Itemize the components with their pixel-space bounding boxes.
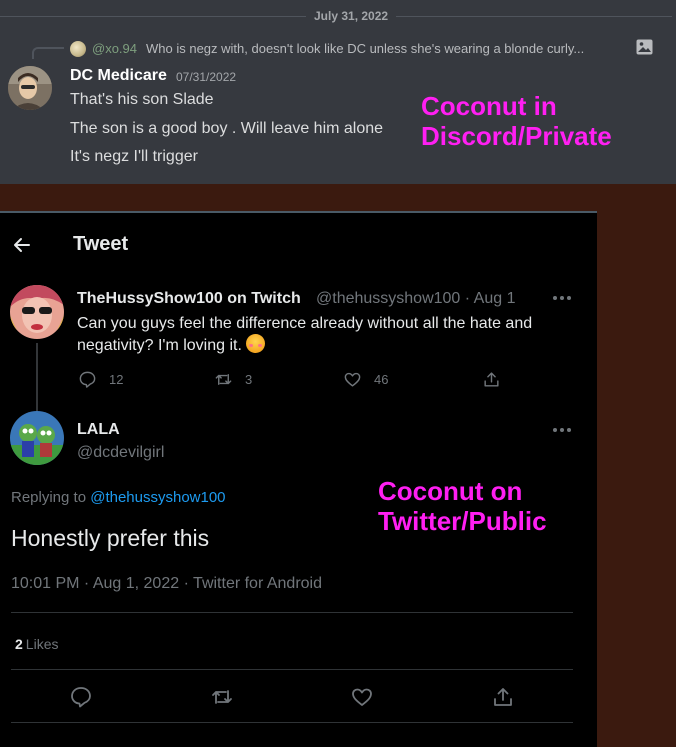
tweet-text-content: Can you guys feel the difference already… — [77, 315, 533, 354]
page-title: Tweet — [73, 233, 129, 255]
arrow-left-icon[interactable] — [12, 235, 32, 255]
more-icon[interactable] — [552, 427, 572, 433]
tweet-text: Can you guys feel the difference already… — [77, 313, 577, 356]
reply-count: 12 — [109, 372, 124, 387]
annotation-caption: Coconut in Discord/Private — [421, 91, 612, 151]
message-line: That's his son Slade — [70, 91, 214, 108]
annotation-caption: Coconut on Twitter/Public — [378, 476, 547, 536]
discord-panel: July 31, 2022 @xo.94 Who is negz with, d… — [0, 0, 676, 184]
share-icon — [484, 372, 499, 387]
replying-to-prefix: Replying to — [11, 489, 91, 506]
reply-avatar[interactable] — [70, 41, 86, 57]
thread-line — [36, 343, 38, 413]
tweet-author-name[interactable]: TheHussyShow100 on Twitch — [77, 290, 301, 308]
like-button[interactable]: 46 — [343, 370, 388, 389]
divider — [11, 612, 573, 613]
reply-spine — [32, 47, 64, 59]
retweet-icon — [215, 374, 232, 385]
reply-icon — [79, 371, 96, 388]
date-separator: July 31, 2022 — [306, 9, 397, 23]
replying-to: Replying to @thehussyshow100 — [11, 489, 226, 506]
likes-summary[interactable]: 2 Likes — [15, 636, 58, 652]
divider — [11, 669, 573, 670]
tweet-metadata: 10:01 PM · Aug 1, 2022 · Twitter for And… — [11, 575, 322, 592]
retweet-count: 3 — [245, 372, 253, 387]
divider — [11, 722, 573, 723]
message-line: It's negz I'll trigger — [70, 148, 198, 165]
avatar[interactable] — [8, 66, 52, 110]
reply-button[interactable]: 12 — [78, 370, 123, 389]
likes-count: 2 — [15, 636, 23, 652]
heart-icon[interactable] — [350, 685, 374, 709]
reply-author-handle[interactable]: @dcdevilgirl — [77, 444, 164, 462]
caption-line: Coconut on — [378, 476, 523, 506]
caption-line: Twitter/Public — [378, 506, 547, 536]
likes-label: Likes — [25, 636, 59, 652]
tweet-author-handle[interactable]: @thehussyshow100 · Aug 1 — [316, 290, 515, 308]
more-icon[interactable] — [552, 295, 572, 301]
heart-icon — [344, 372, 361, 387]
share-icon[interactable] — [491, 685, 515, 709]
reply-author-name[interactable]: LALA — [77, 421, 120, 439]
message-line: The son is a good boy . Will leave him a… — [70, 120, 384, 137]
smiling-face-with-hearts-icon — [245, 334, 265, 353]
caption-line: Coconut in — [421, 91, 557, 121]
reply-author[interactable]: @xo.94 — [92, 41, 137, 56]
image-icon — [636, 39, 653, 55]
message-timestamp: 07/31/2022 — [176, 70, 237, 84]
caption-line: Discord/Private — [421, 121, 612, 151]
like-count: 46 — [374, 372, 389, 387]
avatar[interactable] — [10, 411, 64, 465]
reply-tweet-text: Honestly prefer this — [11, 525, 210, 551]
replying-to-link[interactable]: @thehussyshow100 — [90, 489, 225, 506]
reply-preview-text[interactable]: Who is negz with, doesn't look like DC u… — [146, 41, 632, 56]
share-button[interactable] — [482, 370, 501, 389]
retweet-button[interactable]: 3 — [214, 370, 252, 389]
avatar[interactable] — [10, 285, 64, 339]
twitter-panel: Tweet TheHussyShow100 on Twitch @thehuss… — [0, 211, 597, 747]
message-author[interactable]: DC Medicare — [70, 67, 167, 85]
reply-icon[interactable] — [69, 685, 93, 709]
retweet-icon[interactable] — [210, 685, 234, 709]
